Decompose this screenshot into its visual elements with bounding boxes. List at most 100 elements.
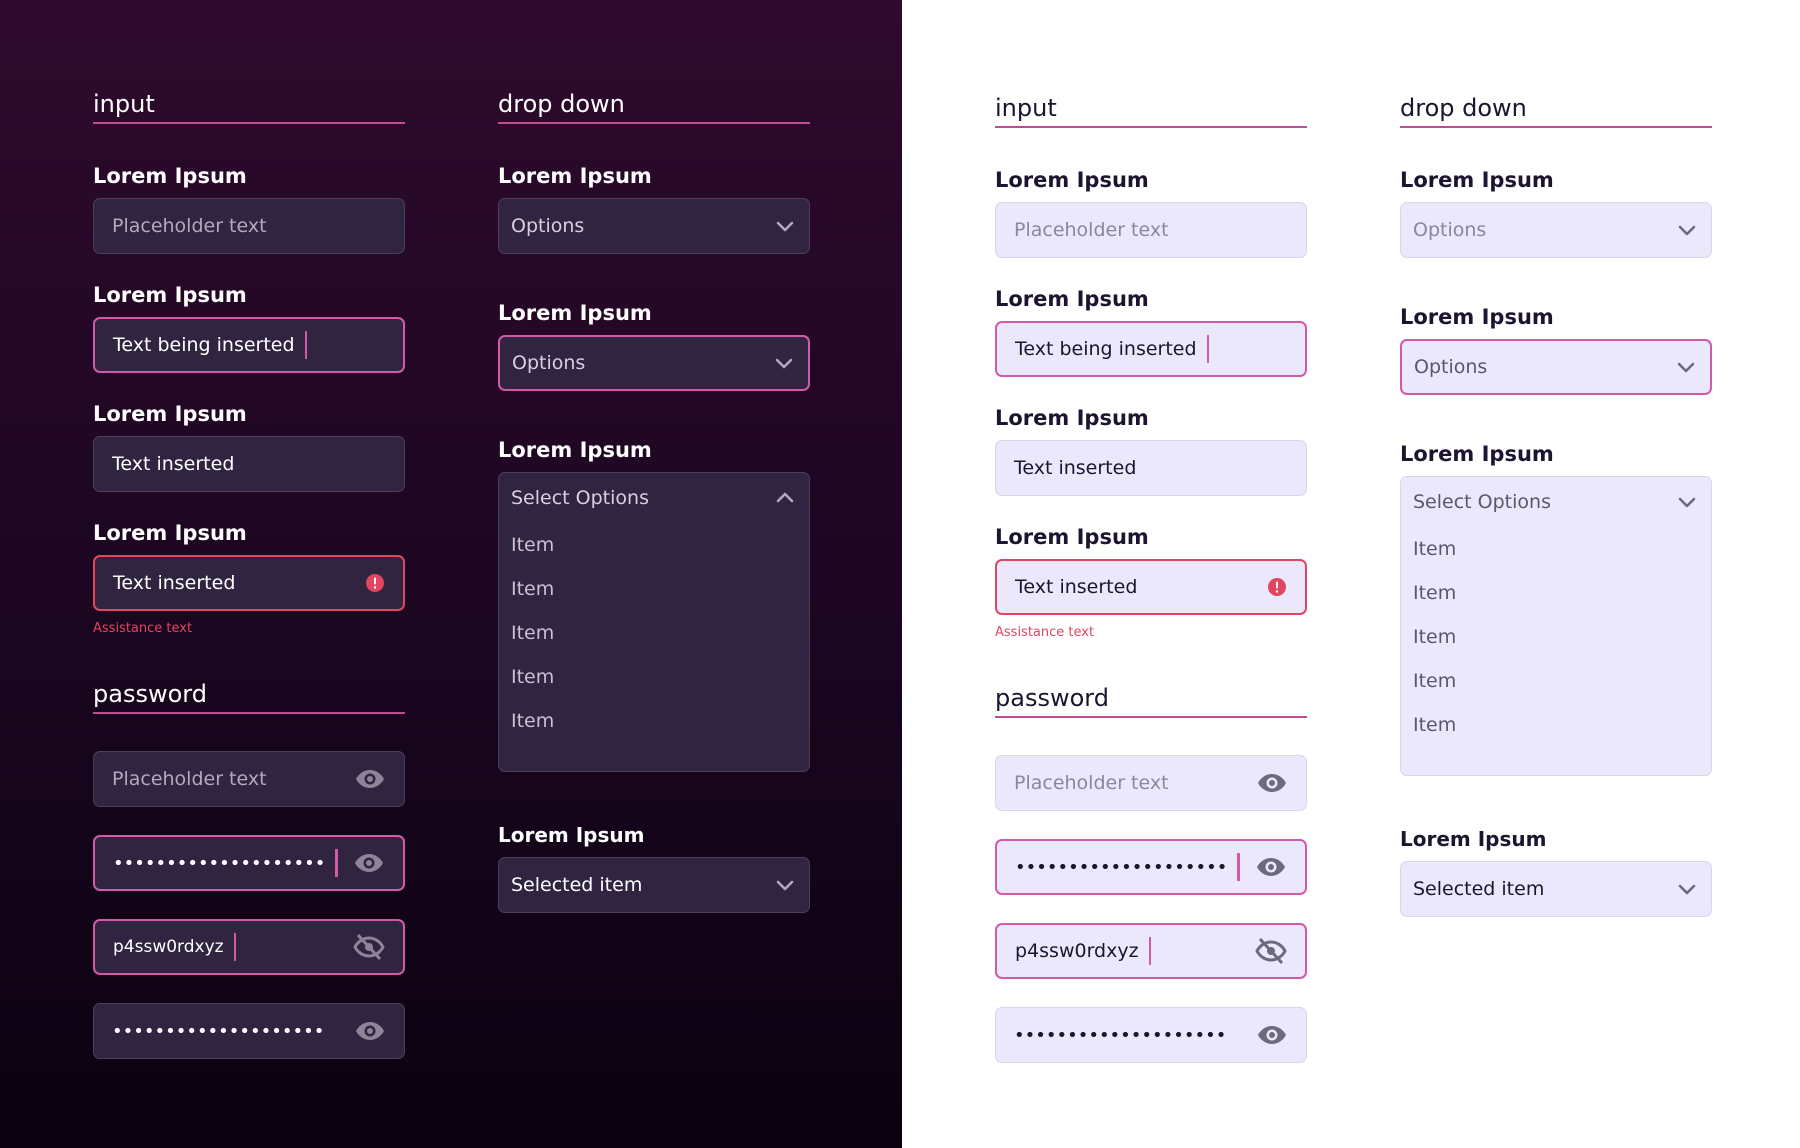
field-label: Lorem Ipsum: [93, 402, 247, 426]
input-placeholder: Placeholder text: [112, 215, 267, 237]
eye-icon[interactable]: [354, 767, 386, 791]
field-label: Lorem Ipsum: [93, 283, 247, 307]
section-heading-password: password: [93, 680, 405, 714]
eye-icon[interactable]: [1256, 1023, 1288, 1047]
text-input-filled[interactable]: Text inserted: [995, 440, 1307, 496]
list-item[interactable]: Item: [511, 523, 797, 567]
eye-icon[interactable]: [354, 1019, 386, 1043]
password-masked-value: ••••••••••••••••••••: [1015, 856, 1228, 878]
password-masked-value: ••••••••••••••••••••: [113, 852, 326, 874]
password-input-focused[interactable]: ••••••••••••••••••••: [995, 839, 1307, 895]
input-value: Text inserted: [1015, 576, 1138, 598]
light-dropdown-column: drop down Lorem Ipsum Options Lorem Ipsu…: [1400, 4, 1712, 1148]
password-input-filled[interactable]: ••••••••••••••••••••: [93, 1003, 405, 1059]
list-item[interactable]: Item: [511, 699, 797, 743]
dropdown-list-header[interactable]: Select Options: [511, 473, 797, 523]
password-input-visible[interactable]: p4ssw0rdxyz: [93, 919, 405, 975]
eye-icon[interactable]: [1255, 855, 1287, 879]
chevron-down-icon: [1678, 225, 1696, 236]
assistance-text: Assistance text: [93, 621, 193, 636]
field-label: Lorem Ipsum: [995, 525, 1149, 549]
dropdown-value: Options: [1413, 219, 1487, 241]
field-label: Lorem Ipsum: [498, 164, 652, 188]
list-item[interactable]: Item: [511, 655, 797, 699]
eye-slash-icon[interactable]: [353, 933, 385, 961]
text-input-focused[interactable]: Text being inserted: [995, 321, 1307, 377]
list-item[interactable]: Item: [1413, 703, 1699, 747]
dropdown-default[interactable]: Options: [1400, 202, 1712, 258]
dropdown-value: Options: [1414, 356, 1488, 378]
list-item[interactable]: Item: [511, 567, 797, 611]
input-placeholder: Placeholder text: [1014, 772, 1169, 794]
password-input-focused[interactable]: ••••••••••••••••••••: [93, 835, 405, 891]
dropdown-selected[interactable]: Selected item: [1400, 861, 1712, 917]
error-icon: [1268, 578, 1286, 596]
password-masked-value: ••••••••••••••••••••: [1014, 1024, 1227, 1046]
list-item[interactable]: Item: [1413, 527, 1699, 571]
text-input-error[interactable]: Text inserted: [995, 559, 1307, 615]
eye-icon[interactable]: [1256, 771, 1288, 795]
text-input-filled[interactable]: Text inserted: [93, 436, 405, 492]
input-value: Text being inserted: [1015, 338, 1197, 360]
section-heading-dropdown: drop down: [498, 90, 810, 124]
field-label: Lorem Ipsum: [995, 287, 1149, 311]
list-item[interactable]: Item: [1413, 571, 1699, 615]
text-input-placeholder[interactable]: Placeholder text: [93, 198, 405, 254]
light-input-column: input Lorem Ipsum Placeholder text Lorem…: [995, 4, 1307, 1148]
dropdown-open-list[interactable]: Select Options Item Item Item Item Item: [498, 472, 810, 772]
dropdown-value: Selected item: [511, 874, 643, 896]
field-label: Lorem Ipsum: [498, 301, 652, 325]
dropdown-value: Options: [512, 352, 586, 374]
field-label: Lorem Ipsum: [93, 164, 247, 188]
text-input-error[interactable]: Text inserted: [93, 555, 405, 611]
dark-dropdown-column: drop down Lorem Ipsum Options Lorem Ipsu…: [498, 0, 810, 1148]
eye-slash-icon[interactable]: [1255, 937, 1287, 965]
input-value: Text inserted: [112, 453, 235, 475]
field-label: Lorem Ipsum: [995, 406, 1149, 430]
text-caret: [335, 849, 338, 877]
assistance-text: Assistance text: [995, 625, 1095, 640]
field-label: Lorem Ipsum: [1400, 827, 1547, 851]
input-placeholder: Placeholder text: [1014, 219, 1169, 241]
chevron-down-icon: [1678, 884, 1696, 895]
password-masked-value: ••••••••••••••••••••: [112, 1020, 325, 1042]
dark-theme-panel: input Lorem Ipsum Placeholder text Lorem…: [0, 0, 902, 1148]
dropdown-focused[interactable]: Options: [1400, 339, 1712, 395]
text-input-placeholder[interactable]: Placeholder text: [995, 202, 1307, 258]
list-item[interactable]: Item: [511, 611, 797, 655]
text-input-focused[interactable]: Text being inserted: [93, 317, 405, 373]
password-input-placeholder[interactable]: Placeholder text: [93, 751, 405, 807]
text-caret: [233, 933, 237, 961]
text-caret: [1148, 937, 1152, 965]
password-input-placeholder[interactable]: Placeholder text: [995, 755, 1307, 811]
input-value: Text inserted: [113, 572, 236, 594]
error-icon: [366, 574, 384, 592]
eye-icon[interactable]: [353, 851, 385, 875]
chevron-down-icon: [775, 358, 793, 369]
dropdown-list-header[interactable]: Select Options: [1413, 477, 1699, 527]
dropdown-default[interactable]: Options: [498, 198, 810, 254]
password-visible-value: p4ssw0rdxyz: [113, 937, 224, 957]
chevron-down-icon: [1677, 362, 1695, 373]
password-input-visible[interactable]: p4ssw0rdxyz: [995, 923, 1307, 979]
field-label: Lorem Ipsum: [93, 521, 247, 545]
section-heading-input: input: [93, 90, 405, 124]
chevron-up-icon: [776, 492, 794, 503]
dropdown-selected[interactable]: Selected item: [498, 857, 810, 913]
dropdown-value: Select Options: [1413, 491, 1551, 513]
dropdown-open-list[interactable]: Select Options Item Item Item Item Item: [1400, 476, 1712, 776]
input-placeholder: Placeholder text: [112, 768, 267, 790]
list-item[interactable]: Item: [1413, 659, 1699, 703]
password-input-filled[interactable]: ••••••••••••••••••••: [995, 1007, 1307, 1063]
field-label: Lorem Ipsum: [498, 823, 645, 847]
text-caret: [1237, 853, 1240, 881]
field-label: Lorem Ipsum: [995, 168, 1149, 192]
dropdown-focused[interactable]: Options: [498, 335, 810, 391]
list-item[interactable]: Item: [1413, 615, 1699, 659]
field-label: Lorem Ipsum: [1400, 305, 1554, 329]
text-caret: [304, 331, 308, 359]
chevron-down-icon: [776, 221, 794, 232]
input-value: Text being inserted: [113, 334, 295, 356]
password-visible-value: p4ssw0rdxyz: [1015, 940, 1139, 962]
dark-input-column: input Lorem Ipsum Placeholder text Lorem…: [93, 0, 405, 1148]
